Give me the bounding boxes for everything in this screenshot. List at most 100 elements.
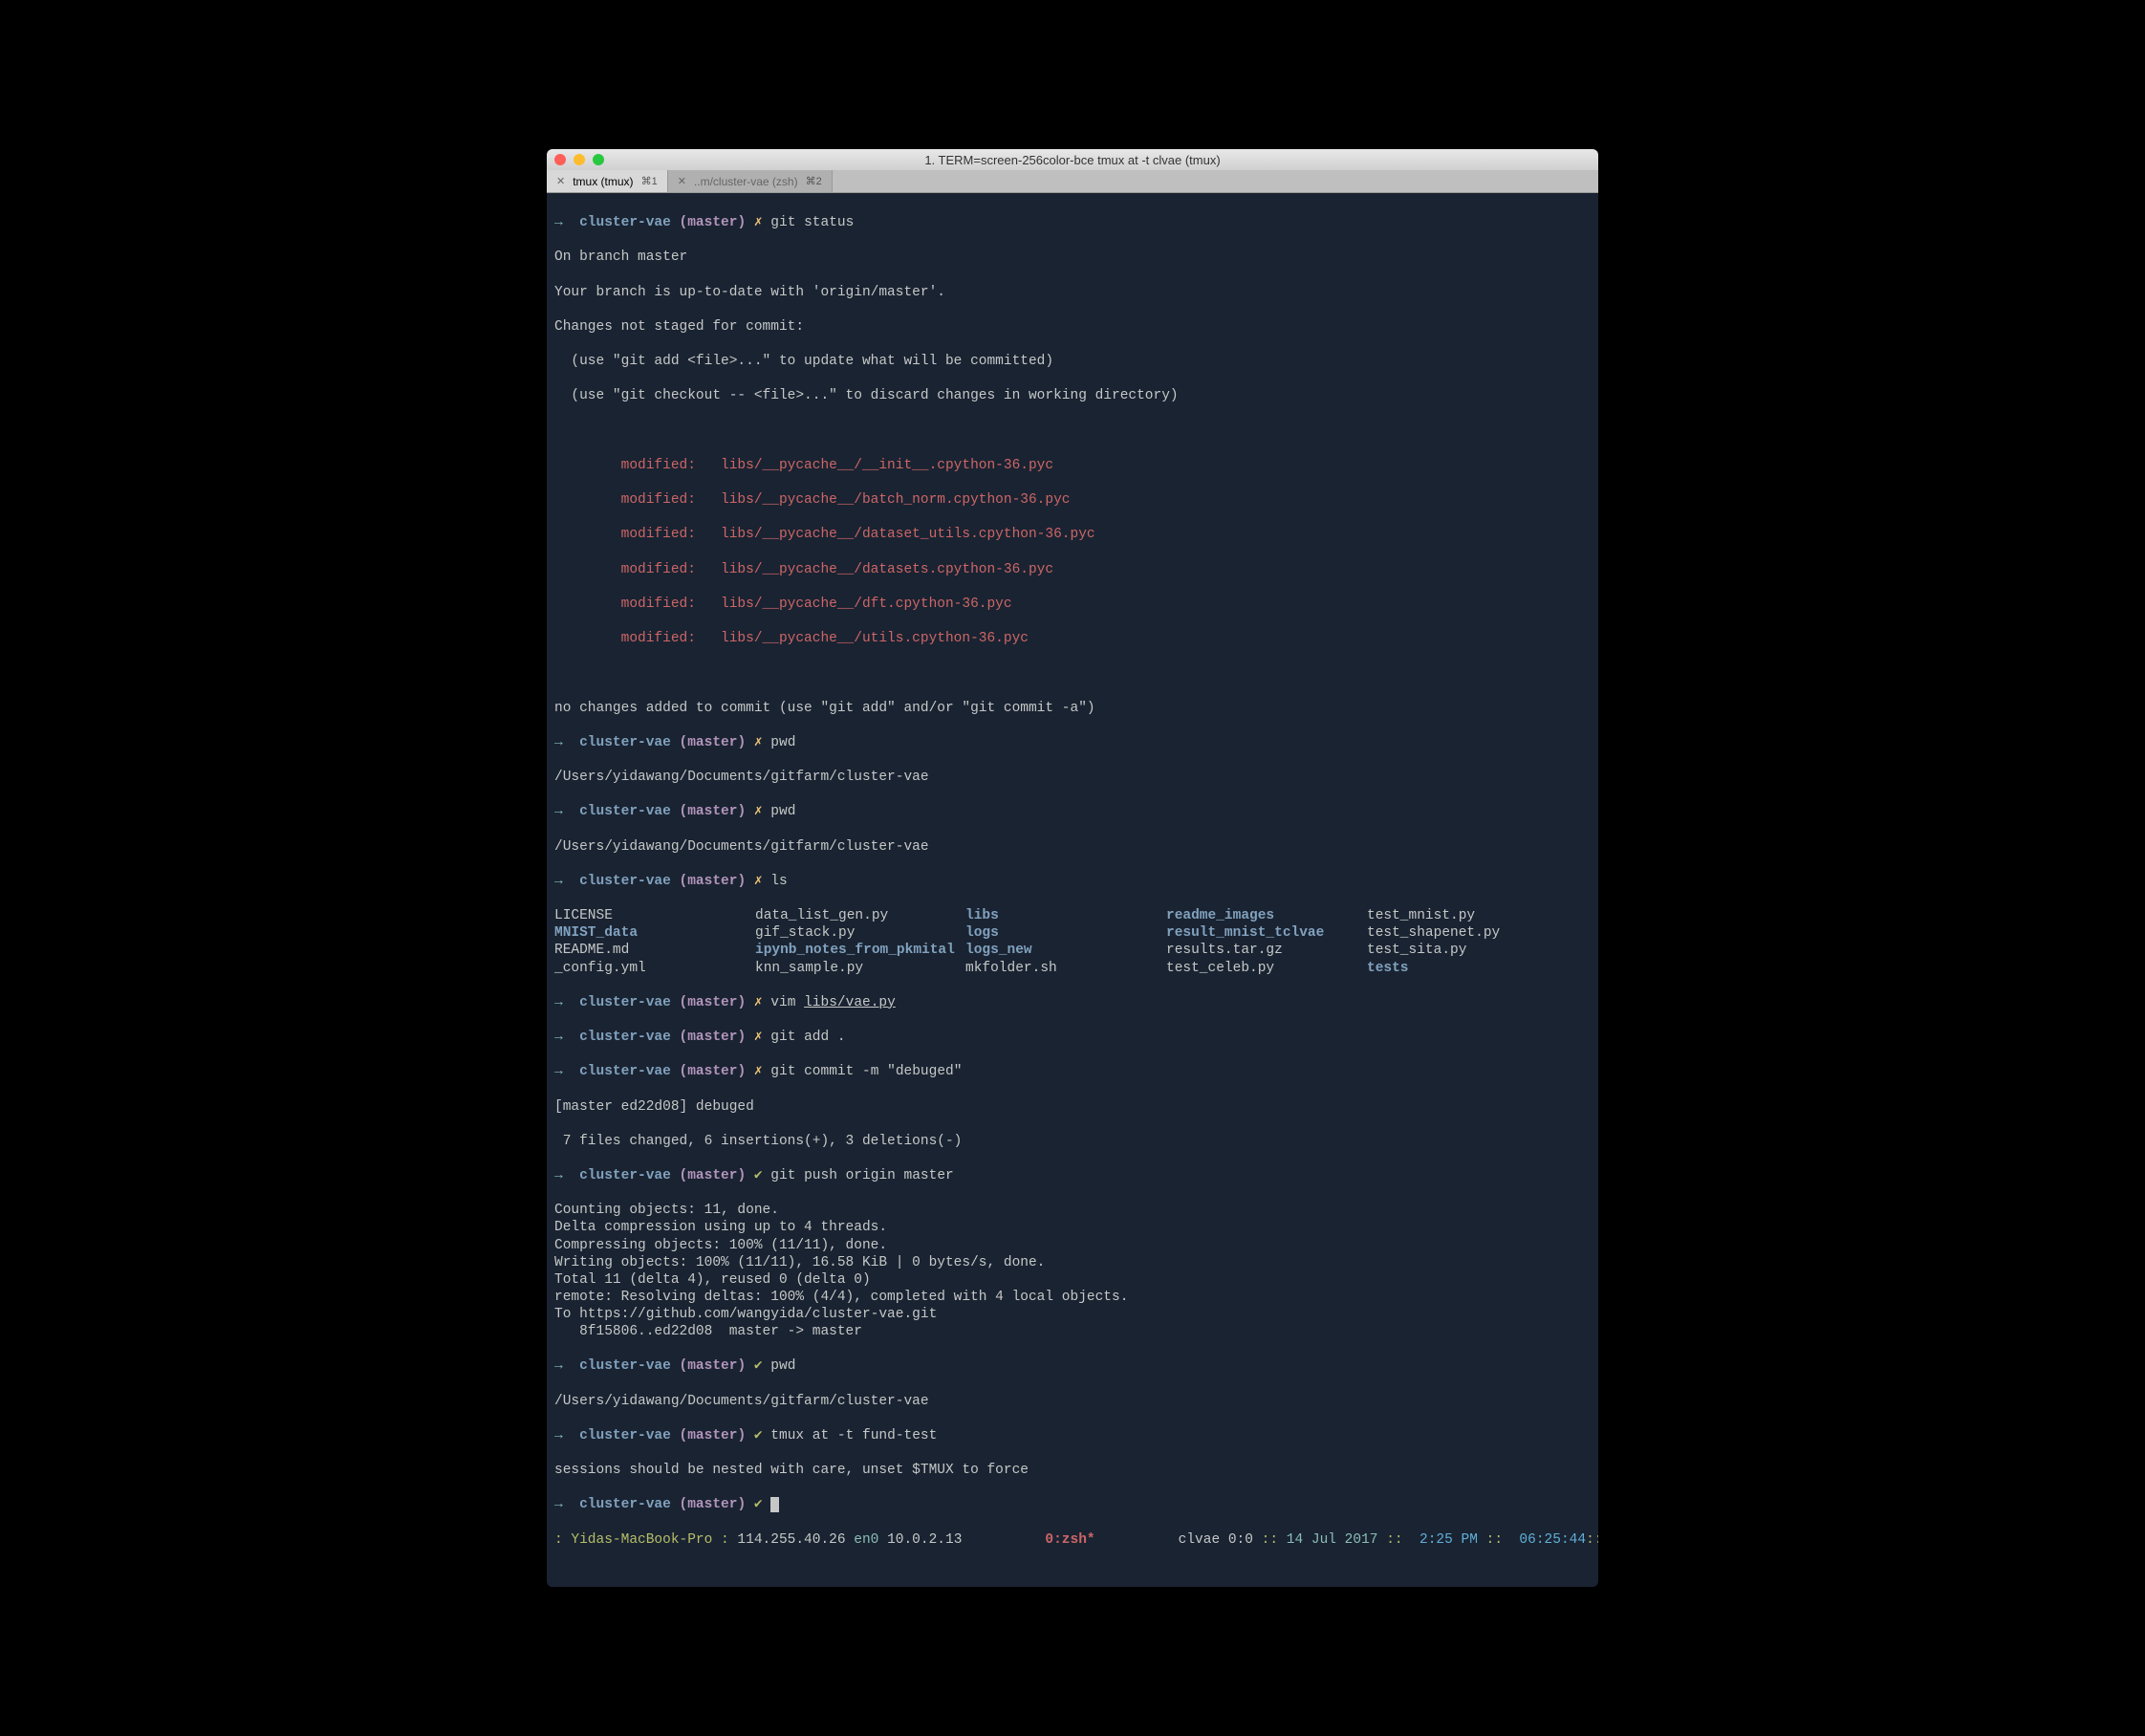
prompt-path: cluster-vae [579,735,671,750]
tmux-status-bar: : Yidas-MacBook-Pro : 114.255.40.26 en0 … [554,1531,1591,1549]
prompt-branch: (master) [680,1030,747,1045]
modified-file: modified: libs/__pycache__/batch_norm.cp… [554,491,1591,509]
status-sep: :: [1486,1532,1511,1548]
prompt-branch: (master) [680,804,747,819]
status-session: clvae 0:0 [1179,1532,1262,1548]
close-icon[interactable] [554,154,566,165]
prompt-branch: (master) [680,1064,747,1079]
ls-item: README.md [554,942,755,959]
prompt-arrow: → [554,1358,563,1374]
clean-icon: ✔ [754,1428,763,1443]
prompt-arrow: → [554,874,563,889]
cmd-ls: ls [770,874,787,889]
ls-item: mkfolder.sh [965,960,1166,977]
prompt-path: cluster-vae [579,874,671,889]
push-line: Compressing objects: 100% (11/11), done. [554,1237,1591,1254]
push-line: Writing objects: 100% (11/11), 16.58 KiB… [554,1254,1591,1271]
output-line: (use "git checkout -- <file>..." to disc… [554,387,1591,404]
minimize-icon[interactable] [574,154,585,165]
status-date: 14 Jul 2017 [1287,1532,1386,1548]
cmd-git-add: git add . [770,1030,845,1045]
status-sep: :: [1262,1532,1287,1548]
pwd-output: /Users/yidawang/Documents/gitfarm/cluste… [554,838,1591,856]
ls-item: tests [1367,960,1591,977]
prompt-arrow: → [554,1497,563,1512]
tab-shortcut: ⌘1 [641,175,658,187]
traffic-lights [554,154,604,165]
ls-item: knn_sample.py [755,960,965,977]
pwd-output: /Users/yidawang/Documents/gitfarm/cluste… [554,769,1591,786]
prompt-path: cluster-vae [579,1358,671,1374]
push-output: Counting objects: 11, done.Delta compres… [554,1202,1591,1340]
cmd-tmux-at: tmux at -t fund-test [770,1428,937,1443]
ls-item: gif_stack.py [755,924,965,942]
prompt-path: cluster-vae [579,804,671,819]
output-line: On branch master [554,249,1591,266]
status-colon: : [721,1532,729,1548]
terminal-body[interactable]: → cluster-vae (master) ✗ git status On b… [547,193,1598,1587]
ls-item: test_celeb.py [1166,960,1367,977]
ls-item: readme_images [1166,907,1367,924]
tab-zsh[interactable]: ✕ ..m/cluster-vae (zsh) ⌘2 [668,170,833,192]
push-line: Counting objects: 11, done. [554,1202,1591,1219]
prompt-path: cluster-vae [579,215,671,230]
prompt-path: cluster-vae [579,1497,671,1512]
titlebar: 1. TERM=screen-256color-bce tmux at -t c… [547,149,1598,170]
modified-file: modified: libs/__pycache__/__init__.cpyt… [554,457,1591,474]
ls-item: result_mnist_tclvae [1166,924,1367,942]
prompt-arrow: → [554,215,563,230]
cmd-git-commit: git commit -m "debuged" [770,1064,962,1079]
dirty-icon: ✗ [754,995,763,1010]
push-line: 8f15806..ed22d08 master -> master [554,1323,1591,1340]
pwd-output: /Users/yidawang/Documents/gitfarm/cluste… [554,1393,1591,1410]
status-ip-local: 10.0.2.13 [878,1532,962,1548]
terminal-window: 1. TERM=screen-256color-bce tmux at -t c… [547,149,1598,1587]
status-time: 2:25 PM [1411,1532,1485,1548]
prompt-path: cluster-vae [579,1428,671,1443]
prompt-branch: (master) [680,874,747,889]
dirty-icon: ✗ [754,874,763,889]
prompt-path: cluster-vae [579,1064,671,1079]
prompt-branch: (master) [680,735,747,750]
status-sep: :: [1386,1532,1411,1548]
modified-file: modified: libs/__pycache__/dft.cpython-3… [554,596,1591,613]
push-line: Delta compression using up to 4 threads. [554,1219,1591,1236]
clean-icon: ✔ [754,1497,763,1512]
tab-tmux[interactable]: ✕ tmux (tmux) ⌘1 [547,170,668,192]
prompt-branch: (master) [680,215,747,230]
output-line: (use "git add <file>..." to update what … [554,353,1591,370]
tabbar: ✕ tmux (tmux) ⌘1 ✕ ..m/cluster-vae (zsh)… [547,170,1598,193]
prompt-branch: (master) [680,1497,747,1512]
commit-output: [master ed22d08] debuged [554,1098,1591,1116]
cmd-pwd: pwd [770,735,795,750]
zoom-icon[interactable] [593,154,604,165]
prompt-arrow: → [554,804,563,819]
push-line: remote: Resolving deltas: 100% (4/4), co… [554,1289,1591,1306]
cmd-pwd: pwd [770,1358,795,1374]
tab-label: tmux (tmux) [573,175,633,188]
modified-file: modified: libs/__pycache__/utils.cpython… [554,630,1591,647]
status-time: 06:25:44 [1511,1532,1586,1548]
prompt-arrow: → [554,1428,563,1443]
status-process: 0:zsh* [1045,1532,1094,1548]
modified-file: modified: libs/__pycache__/datasets.cpyt… [554,561,1591,578]
tab-shortcut: ⌘2 [806,175,822,187]
ls-item: MNIST_data [554,924,755,942]
ls-item: results.tar.gz [1166,942,1367,959]
cmd-vim: vim [770,995,804,1010]
prompt-arrow: → [554,1030,563,1045]
commit-output: 7 files changed, 6 insertions(+), 3 dele… [554,1133,1591,1150]
modified-file: modified: libs/__pycache__/dataset_utils… [554,526,1591,543]
cmd-pwd: pwd [770,804,795,819]
ls-item: LICENSE [554,907,755,924]
prompt-path: cluster-vae [579,1030,671,1045]
ls-item: logs [965,924,1166,942]
prompt-arrow: → [554,995,563,1010]
close-icon[interactable]: ✕ [678,175,686,187]
sessions-warning: sessions should be nested with care, uns… [554,1462,1591,1479]
clean-icon: ✔ [754,1358,763,1374]
cursor [770,1497,779,1512]
window-title: 1. TERM=screen-256color-bce tmux at -t c… [924,153,1220,167]
ls-item: libs [965,907,1166,924]
close-icon[interactable]: ✕ [556,175,565,187]
